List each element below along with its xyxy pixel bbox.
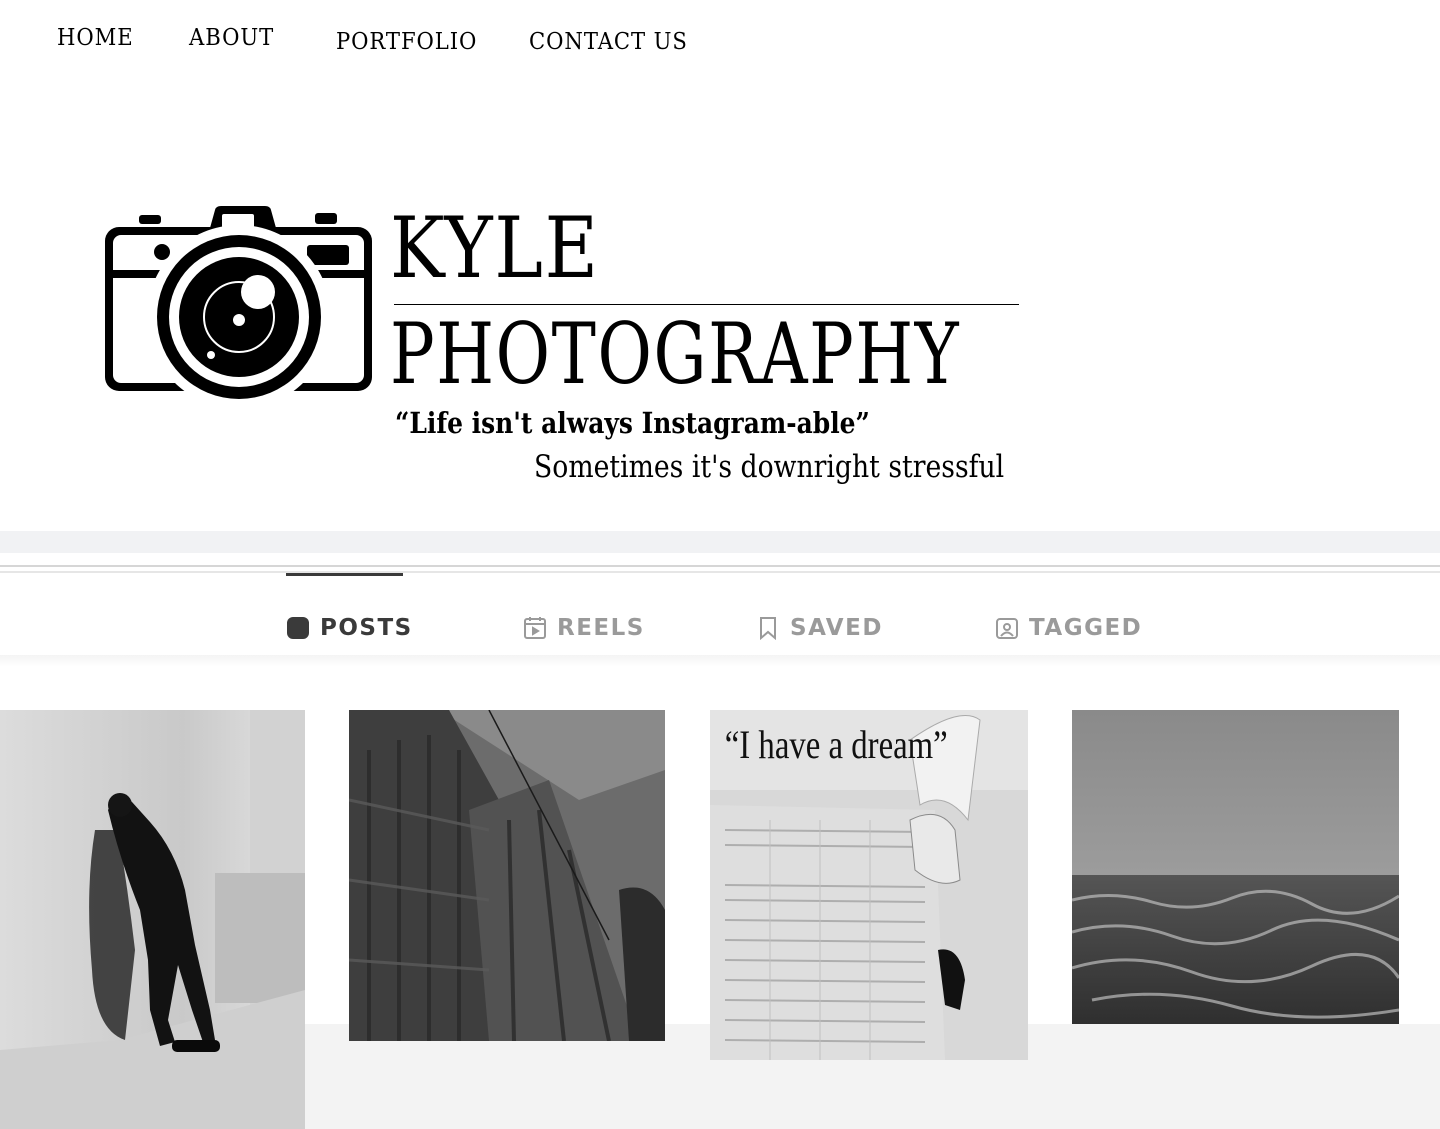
tab-saved-label: SAVED [790,615,883,641]
tab-reels[interactable]: REELS [523,614,645,642]
divider [0,571,1440,573]
nav-about-link[interactable]: ABOUT [189,27,274,50]
post-photo-3[interactable]: “I have a dream” [710,710,1028,1060]
tab-posts-label: POSTS [320,615,413,641]
post-photo-2[interactable] [349,710,665,1041]
post-photo-4[interactable] [1072,710,1399,1024]
tab-posts[interactable]: POSTS [286,614,413,642]
post-photo-1[interactable] [0,710,305,1129]
camera-icon [100,200,378,414]
top-nav: HOME ABOUT PORTFOLIO CONTACT US [0,0,1440,80]
nav-home-link[interactable]: HOME [57,27,134,50]
brand-name-second: PHOTOGRAPHY [390,305,961,403]
nav-contact-link[interactable]: CONTACT US [529,31,688,54]
tab-tagged[interactable]: TAGGED [995,614,1142,642]
tag-icon [995,616,1019,640]
tab-saved[interactable]: SAVED [756,614,883,642]
newspaper-headline: “I have a dream” [725,722,948,767]
tab-reels-label: REELS [557,615,645,641]
divider [0,565,1440,567]
strip-background [0,531,1440,553]
nav-portfolio-link[interactable]: PORTFOLIO [336,31,477,54]
tagline: “Life isn't always Instagram-able” [395,406,870,440]
active-tab-indicator [286,573,403,576]
tab-tagged-label: TAGGED [1029,615,1143,641]
grid-icon [286,616,310,640]
reels-icon [523,616,547,640]
brand-name-first: KYLE [390,199,600,297]
strip-shadow [0,655,1440,667]
sub-tagline: Sometimes it's downright stressful [534,449,1005,485]
bookmark-icon [756,616,780,641]
